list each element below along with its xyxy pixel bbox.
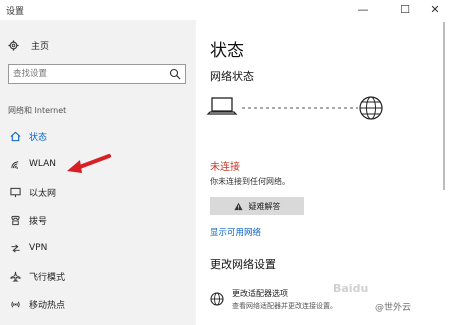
sidebar-item-hotspot[interactable]: 移动热点 [0,290,196,318]
annotation-arrow [67,154,111,173]
home-link[interactable]: 主页 [8,38,49,52]
close-button[interactable]: ✕ [424,2,446,18]
sidebar-item-airplane[interactable]: 飞行模式 [0,262,196,290]
hotspot-icon [9,298,21,310]
scrollbar[interactable] [441,22,447,322]
section-label: 网络和 Internet [8,106,67,115]
sidebar-item-label: 移动热点 [29,300,66,311]
sidebar-item-label: 状态 [29,132,48,143]
sidebar-item-label: 飞行模式 [29,272,66,283]
network-status-heading: 网络状态 [210,70,254,83]
sidebar-item-vpn[interactable]: VPN [0,234,196,262]
home-status-icon [9,130,21,142]
search-input[interactable] [13,67,163,81]
airplane-icon [9,270,21,282]
gear-icon [8,39,19,51]
troubleshoot-label: 疑难解答 [248,201,281,211]
sidebar-item-label: VPN [29,243,48,253]
sidebar-item-label: WLAN [29,159,57,169]
warning-icon [233,202,243,210]
sidebar-item-ethernet[interactable]: 以太网 [0,178,196,206]
maximize-button[interactable]: ☐ [394,2,416,18]
phone-icon [9,214,21,226]
vpn-icon [9,242,21,254]
window-title: 设置 [6,7,25,17]
sidebar-item-status[interactable]: 状态 [0,122,196,150]
troubleshoot-button[interactable]: 疑难解答 [210,197,304,215]
adapter-globe-icon [210,292,224,306]
watermark: @世外云 [375,303,412,313]
change-settings-heading: 更改网络设置 [210,258,276,271]
sidebar: 主页 网络和 Internet 状态 WLAN 以太网 [0,20,196,325]
minimize-button[interactable]: — [352,2,374,18]
show-networks-link[interactable]: 显示可用网络 [210,226,261,238]
title-bar: 设置 — ☐ ✕ [0,0,449,20]
search-icon[interactable] [169,68,181,80]
main-content: 状态 网络状态 未连接 你未连接到任何网络。 疑难解答 显示可用网络 更改网络设… [196,20,449,325]
globe-icon [359,96,383,120]
search-box [8,64,186,84]
adapter-title: 更改适配器选项 [232,289,288,298]
sidebar-item-label: 以太网 [29,188,57,199]
home-label: 主页 [31,41,50,52]
watermark-faint: Baidu [333,282,369,295]
page-title: 状态 [210,41,244,61]
connection-status: 未连接 [210,162,240,173]
sidebar-item-label: 拨号 [29,216,48,227]
scroll-thumb[interactable] [443,22,445,190]
connection-description: 你未连接到任何网络。 [210,177,290,186]
ethernet-icon [9,186,21,198]
wifi-icon [9,158,21,170]
adapter-description: 查看网络适配器并更改连接设置。 [232,302,337,310]
network-diagram [206,96,383,120]
sidebar-item-dialup[interactable]: 拨号 [0,206,196,234]
laptop-icon [206,97,238,115]
